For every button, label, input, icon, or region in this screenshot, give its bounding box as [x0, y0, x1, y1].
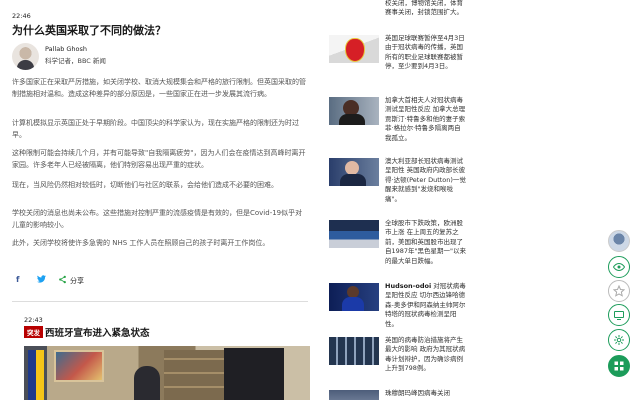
news-thumbnail[interactable]: [329, 158, 379, 186]
news-item-text[interactable]: 珠穆朗玛峰因病毒关闭: [385, 389, 467, 398]
gear-icon[interactable]: [608, 329, 630, 351]
article-headline[interactable]: 为什么英国采取了不同的做法？: [12, 22, 166, 38]
news-thumbnail[interactable]: [329, 283, 379, 311]
breaking-headline[interactable]: 西班牙宣布进入紧急状态: [45, 325, 150, 339]
news-item-text[interactable]: 澳大利亚部长冠状病毒测试呈阳性 英国政府内政部长彼得·达顿(Peter Dutt…: [385, 157, 467, 204]
share-icon[interactable]: [58, 275, 67, 286]
star-icon[interactable]: [608, 280, 630, 302]
news-item-text[interactable]: 英国足球联赛暂停至4月3日 由于冠状病毒的传播，英国所有的职业足球联赛都被暂停，…: [385, 34, 467, 72]
news-item-text[interactable]: 英国的病毒防治措施将产生最大的影响 政府为其冠状病毒计划辩护，因为确诊病例上升到…: [385, 336, 467, 374]
breaking-badge: 突发: [24, 326, 43, 338]
author-role: 科学记者，BBC 新闻: [45, 57, 106, 65]
share-label[interactable]: 分享: [70, 276, 84, 286]
news-thumbnail[interactable]: [329, 337, 379, 365]
screen-icon[interactable]: [608, 304, 630, 326]
user-avatar[interactable]: [608, 230, 630, 252]
news-item-summary[interactable]: 校关闭，博物馆关闭，体育赛事关闭，封锁范围扩大。: [385, 0, 467, 18]
facebook-share-icon[interactable]: f: [16, 275, 19, 284]
news-thumbnail[interactable]: [329, 390, 379, 400]
author-name[interactable]: Pallab Ghosh: [45, 45, 87, 53]
grid-icon[interactable]: [608, 355, 630, 377]
post-time: 22:43: [24, 316, 43, 324]
news-item-text[interactable]: 全球股市下跌政策，欧洲股市上涨 在上周五的复苏之前，美国和英国股市出现了自198…: [385, 219, 467, 266]
news-item-bold: Hudson-odoi: [385, 282, 432, 290]
news-item-text[interactable]: 加拿大首相夫人对冠状病毒测试呈阳性反应 加拿大总理贾斯汀·特鲁多和他的妻子索菲·…: [385, 96, 467, 143]
news-thumbnail[interactable]: [329, 220, 379, 248]
article-paragraph: 学校关闭的消息也尚未公布。这些措施对控制严重的流感疫情是有效的，但是Covid-…: [12, 209, 303, 229]
article-paragraph: 计算机模拟显示英国正处于早期阶段。中国顶尖的科学家认为，现在实施严格的限制还为时…: [12, 119, 299, 139]
eye-icon[interactable]: [608, 256, 630, 278]
author-avatar: [12, 43, 39, 70]
article-paragraph: 许多国家正在采取严厉措施，如关闭学校、取消大规模集会和严格的旅行限制。但英国采取…: [12, 78, 306, 98]
live-feed: 22:46 为什么英国采取了不同的做法？ Pallab Ghosh 科学记者，B…: [0, 0, 318, 400]
news-item-text[interactable]: Hudson-odoi 对冠状病毒呈阳性反应 切尔西边锋哈德森-奥多伊和阿森纳主…: [385, 282, 467, 329]
twitter-share-icon[interactable]: [37, 275, 46, 285]
breaking-photo[interactable]: [24, 346, 310, 400]
related-news-list: 校关闭，博物馆关闭，体育赛事关闭，封锁范围扩大。 英国足球联赛暂停至4月3日 由…: [318, 0, 470, 400]
post-divider: [12, 301, 308, 302]
article-paragraph: 此外，关闭学校将使许多急需的 NHS 工作人员在照顾自己的孩子时离开工作岗位。: [12, 239, 270, 247]
post-time: 22:46: [12, 12, 31, 20]
article-paragraph: 这种限制可能会持续几个月，并有可能导致"自我隔离疲劳"，因为人们会在疫情达到高峰…: [12, 149, 306, 169]
news-thumbnail[interactable]: [329, 97, 379, 125]
article-paragraph: 现在，当风险仍然相对较低时，切断他们与社区的联系，会给他们造成不必要的困难。: [12, 181, 278, 189]
news-thumbnail[interactable]: [329, 35, 379, 63]
